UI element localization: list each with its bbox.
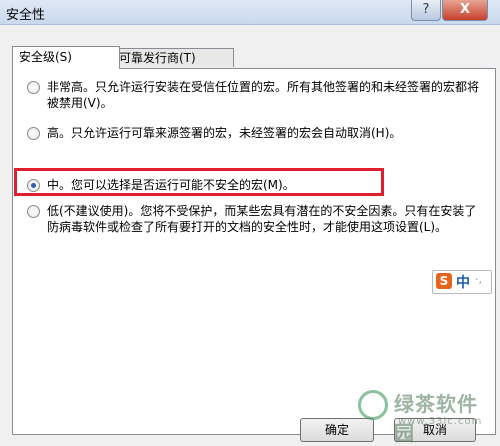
- watermark-logo-icon: [358, 390, 388, 420]
- tab-trusted-publishers[interactable]: 可靠发行商(T): [112, 48, 234, 67]
- radio-low[interactable]: [27, 205, 40, 218]
- close-button[interactable]: X: [442, 0, 488, 21]
- title-bar: 安全性 ? X: [0, 0, 500, 25]
- watermark: 绿茶软件园 www.33lc.com: [358, 388, 498, 445]
- option-very-high[interactable]: 非常高。只允许运行安装在受信任位置的宏。所有其他签署的和未经签署的宏都将被禁用(…: [27, 79, 487, 111]
- highlight-box: [14, 168, 384, 196]
- security-level-panel: 非常高。只允许运行安装在受信任位置的宏。所有其他签署的和未经签署的宏都将被禁用(…: [12, 68, 496, 435]
- radio-very-high[interactable]: [27, 81, 40, 94]
- sogou-logo-icon: S: [436, 273, 452, 289]
- option-very-high-label: 非常高。只允许运行安装在受信任位置的宏。所有其他签署的和未经签署的宏都将被禁用(…: [47, 80, 480, 110]
- ime-toolbar[interactable]: S 中 ·,: [432, 270, 492, 294]
- option-low[interactable]: 低(不建议使用)。您将不受保护，而某些宏具有潜在的不安全因素。只有在安装了防病毒…: [27, 203, 487, 235]
- option-high-label: 高。只允许运行可靠来源签署的宏，未经签署的宏会自动取消(H)。: [47, 126, 402, 140]
- window-title: 安全性: [6, 8, 46, 23]
- watermark-url: www.33lc.com: [398, 416, 483, 427]
- ime-mode-indicator[interactable]: 中: [456, 272, 470, 292]
- tab-security-level[interactable]: 安全级(S): [12, 46, 120, 69]
- help-button[interactable]: ?: [411, 0, 441, 21]
- option-high[interactable]: 高。只允许运行可靠来源签署的宏，未经签署的宏会自动取消(H)。: [27, 125, 487, 141]
- radio-high[interactable]: [27, 127, 40, 140]
- ime-punctuation-indicator[interactable]: ·,: [475, 273, 482, 286]
- option-low-label: 低(不建议使用)。您将不受保护，而某些宏具有潜在的不安全因素。只有在安装了防病毒…: [47, 204, 477, 234]
